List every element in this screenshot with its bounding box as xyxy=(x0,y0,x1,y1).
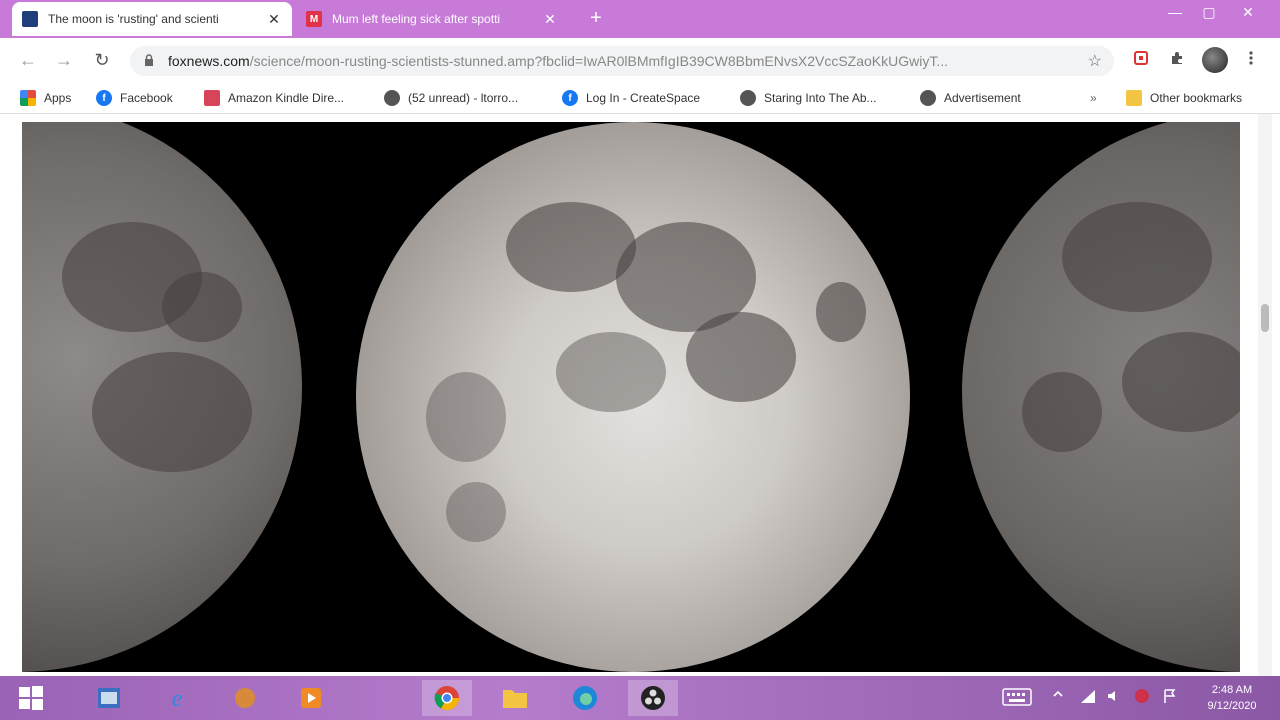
foxnews-favicon-icon xyxy=(22,11,38,27)
clock-date: 9/12/2020 xyxy=(1207,700,1257,712)
system-clock[interactable]: 2:48 AM 9/12/2020 xyxy=(1192,682,1272,714)
globe-icon xyxy=(740,90,756,106)
media-app-icon[interactable] xyxy=(220,680,270,716)
internet-explorer-icon[interactable]: e xyxy=(152,680,202,716)
bookmark-advertisement[interactable]: Advertisement xyxy=(920,88,1021,108)
bookmark-star-icon[interactable]: ☆ xyxy=(1088,51,1102,71)
back-icon[interactable]: ← xyxy=(16,48,40,72)
bookmarks-bar: Apps f Facebook Amazon Kindle Dire... (5… xyxy=(0,82,1280,114)
url-host: foxnews.com xyxy=(168,53,250,69)
tab-close-icon[interactable]: ✕ xyxy=(266,11,282,28)
puzzle-extensions-icon[interactable] xyxy=(1166,50,1188,72)
flag-icon[interactable] xyxy=(1162,688,1178,707)
tab-mum-left-sick[interactable]: M Mum left feeling sick after spotti ✕ xyxy=(296,2,568,36)
globe-icon xyxy=(384,90,400,106)
tab-moon-rusting[interactable]: The moon is 'rusting' and scienti ✕ xyxy=(12,2,292,36)
url-path: /science/moon-rusting-scientists-stunned… xyxy=(249,53,949,69)
moon-image xyxy=(22,122,1240,672)
facebook-icon: f xyxy=(562,90,578,106)
lock-icon xyxy=(144,53,156,69)
apps-grid-icon xyxy=(20,90,36,106)
svg-text:e: e xyxy=(172,686,183,712)
security-shield-icon[interactable] xyxy=(1134,688,1150,707)
volume-icon[interactable] xyxy=(1106,688,1122,707)
folder-icon xyxy=(1126,90,1142,106)
tab-title: The moon is 'rusting' and scienti xyxy=(48,12,219,26)
keyboard-icon[interactable] xyxy=(1002,688,1032,709)
obs-studio-icon[interactable] xyxy=(628,680,678,716)
kindle-icon xyxy=(204,90,220,106)
window-close-icon[interactable]: ✕ xyxy=(1228,0,1268,24)
tab-strip: The moon is 'rusting' and scienti ✕ M Mu… xyxy=(0,0,1280,38)
moon-center xyxy=(356,122,910,672)
show-hidden-icons-icon[interactable] xyxy=(1052,688,1064,703)
facebook-icon: f xyxy=(96,90,112,106)
reload-icon[interactable]: ↻ xyxy=(90,48,114,72)
bookmarks-overflow-button[interactable]: » xyxy=(1090,88,1097,108)
media-player-icon[interactable] xyxy=(286,680,336,716)
moon-left xyxy=(22,122,302,672)
bookmark-createspace[interactable]: f Log In - CreateSpace xyxy=(562,88,700,108)
scrollbar-thumb[interactable] xyxy=(1261,304,1269,332)
forward-icon[interactable]: → xyxy=(52,48,76,72)
bookmark-amazon-kindle[interactable]: Amazon Kindle Dire... xyxy=(204,88,344,108)
bookmark-unread-mail[interactable]: (52 unread) - ltorro... xyxy=(384,88,518,108)
page-content xyxy=(6,118,1256,676)
edge-icon[interactable] xyxy=(560,680,610,716)
windows-start-icon[interactable] xyxy=(6,680,56,716)
windows-taskbar: e 2:48 AM 9/12/2020 xyxy=(0,676,1280,720)
globe-icon xyxy=(920,90,936,106)
network-icon[interactable] xyxy=(1080,688,1096,707)
address-bar[interactable]: foxnews.com /science/moon-rusting-scient… xyxy=(130,46,1114,76)
other-bookmarks-folder[interactable]: Other bookmarks xyxy=(1126,88,1242,108)
news-favicon-icon: M xyxy=(306,11,322,27)
tab-close-icon[interactable]: ✕ xyxy=(542,11,558,28)
new-tab-button[interactable]: + xyxy=(584,6,608,30)
page-scrollbar[interactable] xyxy=(1258,114,1272,676)
tab-title: Mum left feeling sick after spotti xyxy=(332,12,501,26)
bookmark-staring-into[interactable]: Staring Into The Ab... xyxy=(740,88,877,108)
minimize-icon[interactable]: — xyxy=(1158,0,1192,24)
file-explorer-icon[interactable] xyxy=(490,680,540,716)
chrome-icon[interactable] xyxy=(422,680,472,716)
extension-icon[interactable] xyxy=(1130,50,1152,72)
menu-kebab-icon[interactable] xyxy=(1240,50,1262,72)
bookmark-facebook[interactable]: f Facebook xyxy=(96,88,173,108)
profile-avatar[interactable] xyxy=(1202,47,1228,73)
task-manager-icon[interactable] xyxy=(84,680,134,716)
browser-toolbar: ← → ↻ foxnews.com /science/moon-rusting-… xyxy=(0,38,1280,82)
moon-right xyxy=(962,122,1240,672)
maximize-icon[interactable]: ▢ xyxy=(1192,0,1226,24)
browser-window: The moon is 'rusting' and scienti ✕ M Mu… xyxy=(0,0,1280,676)
bookmark-apps[interactable]: Apps xyxy=(20,88,71,108)
clock-time: 2:48 AM xyxy=(1211,684,1253,696)
